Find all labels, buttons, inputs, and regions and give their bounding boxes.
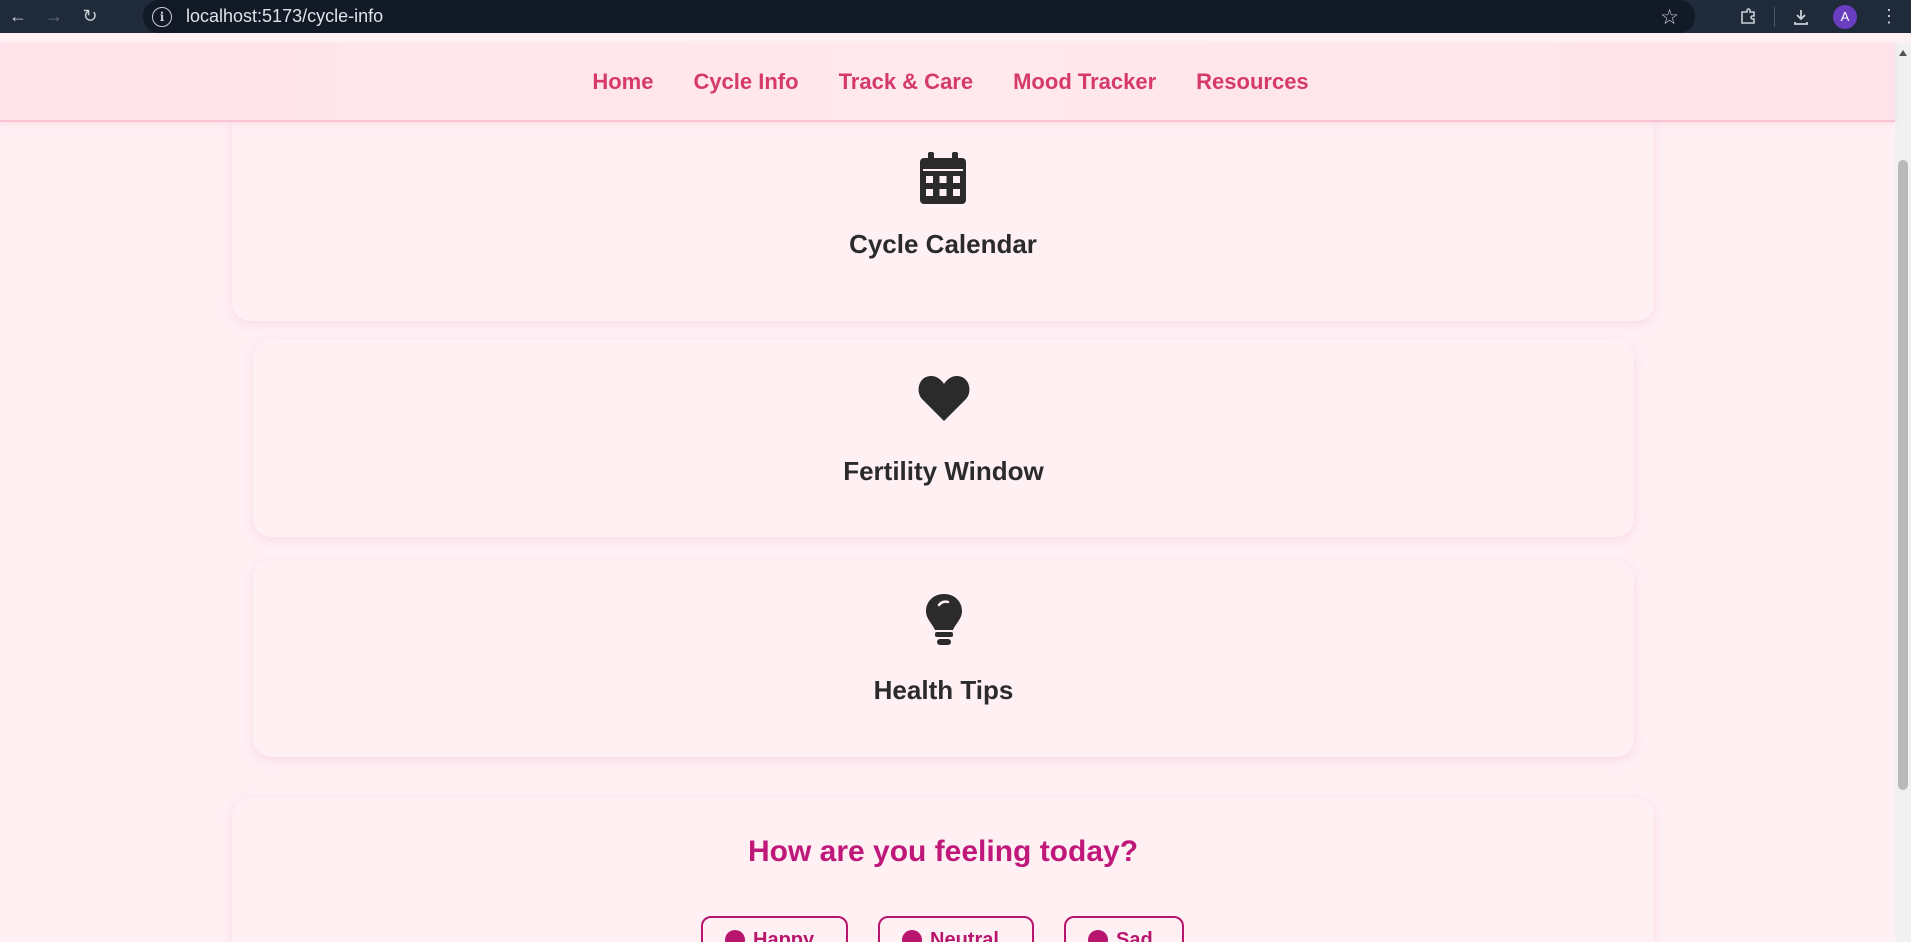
extensions-icon[interactable]: [1726, 0, 1770, 33]
download-icon[interactable]: [1779, 0, 1823, 33]
address-bar[interactable]: i localhost:5173/cycle-info ☆: [143, 0, 1695, 33]
nav-link-track-care[interactable]: Track & Care: [839, 69, 974, 95]
mood-emoji-icon: [902, 930, 922, 942]
bookmark-star-icon[interactable]: ☆: [1660, 5, 1679, 30]
mood-emoji-icon: [725, 930, 745, 942]
mood-option-neutral[interactable]: Neutral: [878, 916, 1034, 942]
page-scrollbar[interactable]: [1895, 43, 1911, 942]
mood-emoji-icon: [1088, 930, 1108, 942]
profile-button[interactable]: A: [1823, 0, 1867, 33]
nav-link-mood-tracker[interactable]: Mood Tracker: [1013, 69, 1156, 95]
health-tips-card[interactable]: Health Tips: [253, 560, 1634, 757]
back-button[interactable]: ←: [0, 0, 36, 33]
lightbulb-icon: [925, 594, 962, 651]
mood-section: How are you feeling today? Happy Neutral…: [232, 798, 1654, 942]
mood-option-label: Sad: [1116, 928, 1153, 942]
browser-toolbar: ← → ↻ i localhost:5173/cycle-info ☆ A ⋮: [0, 0, 1911, 33]
main-nav: Home Cycle Info Track & Care Mood Tracke…: [0, 43, 1895, 122]
mood-title: How are you feeling today?: [747, 835, 1139, 868]
heart-icon: [918, 375, 970, 426]
scroll-up-arrow-icon[interactable]: [1899, 50, 1907, 56]
mood-option-label: Neutral: [930, 928, 999, 942]
mood-option-label: Happy: [753, 928, 815, 942]
nav-link-resources[interactable]: Resources: [1196, 69, 1309, 95]
nav-link-cycle-info[interactable]: Cycle Info: [693, 69, 798, 95]
reload-button[interactable]: ↻: [72, 0, 108, 33]
avatar[interactable]: A: [1833, 4, 1857, 29]
fertility-window-card[interactable]: Fertility Window: [253, 340, 1634, 537]
card-title: Health Tips: [873, 675, 1014, 705]
site-info-icon[interactable]: i: [152, 6, 172, 27]
calendar-icon: [920, 152, 966, 209]
card-title: Fertility Window: [843, 456, 1044, 486]
mood-option-happy[interactable]: Happy: [701, 916, 848, 942]
menu-kebab-icon[interactable]: ⋮: [1867, 0, 1911, 33]
cycle-calendar-card[interactable]: Cycle Calendar: [232, 112, 1654, 321]
forward-button[interactable]: →: [36, 0, 72, 33]
scrollbar-thumb[interactable]: [1898, 160, 1908, 790]
card-title: Cycle Calendar: [849, 229, 1037, 259]
url-text[interactable]: localhost:5173/cycle-info: [186, 6, 383, 27]
nav-link-home[interactable]: Home: [592, 69, 653, 95]
mood-option-sad[interactable]: Sad: [1064, 916, 1184, 942]
